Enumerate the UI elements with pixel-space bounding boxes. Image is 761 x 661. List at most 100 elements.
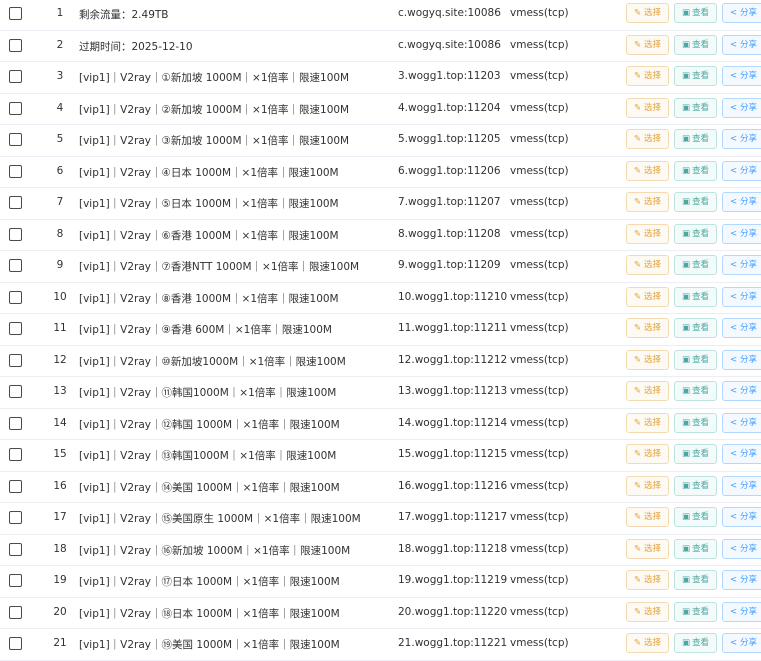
- view-button[interactable]: ▣ 查看: [674, 475, 717, 496]
- select-button-label: 选择: [644, 165, 662, 176]
- node-name: 过期时间：2025-12-10: [79, 40, 193, 53]
- select-button[interactable]: ✎ 选择: [626, 97, 669, 118]
- share-button[interactable]: < 分享: [722, 255, 761, 275]
- share-button[interactable]: < 分享: [722, 538, 761, 559]
- row-checkbox[interactable]: [9, 448, 22, 461]
- select-button[interactable]: ✎ 选择: [626, 255, 669, 275]
- select-button[interactable]: ✎ 选择: [626, 475, 669, 496]
- share-button[interactable]: < 分享: [722, 633, 761, 653]
- view-button[interactable]: ▣ 查看: [674, 3, 717, 23]
- view-icon: ▣: [682, 323, 691, 333]
- node-address: 7.wogg1.top:11207: [398, 196, 501, 208]
- share-button[interactable]: < 分享: [722, 601, 761, 622]
- select-button-label: 选择: [644, 228, 662, 239]
- select-button[interactable]: ✎ 选择: [626, 412, 669, 433]
- node-table: 1 剩余流量：2.49TB c.wogyq.site:10086 vmess(tcp)…: [0, 0, 761, 661]
- view-button[interactable]: ▣ 查看: [674, 129, 717, 149]
- share-button[interactable]: < 分享: [722, 286, 761, 307]
- row-checkbox[interactable]: [9, 385, 22, 398]
- select-button[interactable]: ✎ 选择: [626, 349, 669, 370]
- row-checkbox[interactable]: [9, 574, 22, 587]
- share-button[interactable]: < 分享: [722, 412, 761, 433]
- row-checkbox[interactable]: [9, 353, 22, 367]
- select-button[interactable]: ✎ 选择: [626, 601, 669, 622]
- view-button[interactable]: ▣ 查看: [674, 192, 717, 212]
- view-button[interactable]: ▣ 查看: [674, 286, 717, 307]
- share-button-label: 分享: [740, 165, 758, 176]
- select-button[interactable]: ✎ 选择: [626, 538, 669, 559]
- row-checkbox[interactable]: [9, 605, 22, 619]
- row-checkbox[interactable]: [9, 196, 22, 209]
- view-button[interactable]: ▣ 查看: [674, 412, 717, 433]
- row-checkbox[interactable]: [9, 101, 22, 115]
- view-button[interactable]: ▣ 查看: [674, 318, 717, 338]
- share-button-label: 分享: [740, 323, 758, 333]
- table-row: 12 [vip1]｜V2ray｜⑩新加坡1000M｜×1倍率｜限速100M 12.w…: [0, 346, 761, 377]
- select-button-label: 选择: [644, 39, 662, 50]
- row-checkbox[interactable]: [9, 542, 22, 556]
- share-button[interactable]: < 分享: [722, 129, 761, 149]
- select-button[interactable]: ✎ 选择: [626, 318, 669, 338]
- share-button[interactable]: < 分享: [722, 97, 761, 118]
- select-button[interactable]: ✎ 选择: [626, 223, 669, 244]
- select-button[interactable]: ✎ 选择: [626, 381, 669, 401]
- row-checkbox[interactable]: [9, 38, 22, 52]
- share-button[interactable]: < 分享: [722, 507, 761, 527]
- row-checkbox[interactable]: [9, 133, 22, 146]
- node-name: [vip1]｜V2ray｜⑲美国 1000M｜×1倍率｜限速100M: [79, 639, 340, 651]
- row-checkbox[interactable]: [9, 416, 22, 430]
- view-button[interactable]: ▣ 查看: [674, 349, 717, 370]
- select-button[interactable]: ✎ 选择: [626, 286, 669, 307]
- view-button[interactable]: ▣ 查看: [674, 381, 717, 401]
- share-button[interactable]: < 分享: [722, 381, 761, 401]
- share-button[interactable]: < 分享: [722, 66, 761, 86]
- row-checkbox[interactable]: [9, 290, 22, 304]
- select-button[interactable]: ✎ 选择: [626, 444, 669, 464]
- view-button[interactable]: ▣ 查看: [674, 160, 717, 181]
- view-button[interactable]: ▣ 查看: [674, 34, 717, 55]
- share-button[interactable]: < 分享: [722, 160, 761, 181]
- row-checkbox[interactable]: [9, 259, 22, 272]
- row-checkbox[interactable]: [9, 322, 22, 335]
- view-button[interactable]: ▣ 查看: [674, 633, 717, 653]
- select-button[interactable]: ✎ 选择: [626, 66, 669, 86]
- view-button[interactable]: ▣ 查看: [674, 97, 717, 118]
- select-button[interactable]: ✎ 选择: [626, 129, 669, 149]
- view-button[interactable]: ▣ 查看: [674, 601, 717, 622]
- select-button[interactable]: ✎ 选择: [626, 3, 669, 23]
- view-icon: ▣: [682, 512, 691, 522]
- share-button[interactable]: < 分享: [722, 318, 761, 338]
- share-button[interactable]: < 分享: [722, 570, 761, 590]
- share-button-label: 分享: [740, 386, 758, 396]
- row-index: 9: [56, 259, 64, 271]
- row-checkbox[interactable]: [9, 479, 22, 493]
- row-checkbox[interactable]: [9, 637, 22, 650]
- view-button[interactable]: ▣ 查看: [674, 444, 717, 464]
- select-button[interactable]: ✎ 选择: [626, 570, 669, 590]
- select-button[interactable]: ✎ 选择: [626, 34, 669, 55]
- view-button[interactable]: ▣ 查看: [674, 66, 717, 86]
- view-button[interactable]: ▣ 查看: [674, 570, 717, 590]
- row-checkbox[interactable]: [9, 164, 22, 178]
- node-address: 3.wogg1.top:11203: [398, 70, 501, 82]
- view-button[interactable]: ▣ 查看: [674, 507, 717, 527]
- select-button[interactable]: ✎ 选择: [626, 507, 669, 527]
- share-button[interactable]: < 分享: [722, 223, 761, 244]
- share-button[interactable]: < 分享: [722, 444, 761, 464]
- select-button[interactable]: ✎ 选择: [626, 633, 669, 653]
- share-button[interactable]: < 分享: [722, 34, 761, 55]
- row-checkbox[interactable]: [9, 70, 22, 83]
- select-button[interactable]: ✎ 选择: [626, 160, 669, 181]
- row-checkbox[interactable]: [9, 227, 22, 241]
- view-button[interactable]: ▣ 查看: [674, 538, 717, 559]
- row-checkbox[interactable]: [9, 7, 22, 20]
- share-button[interactable]: < 分享: [722, 192, 761, 212]
- view-button[interactable]: ▣ 查看: [674, 223, 717, 244]
- share-button[interactable]: < 分享: [722, 3, 761, 23]
- share-button[interactable]: < 分享: [722, 475, 761, 496]
- row-checkbox[interactable]: [9, 511, 22, 524]
- node-name: [vip1]｜V2ray｜⑭美国 1000M｜×1倍率｜限速100M: [79, 481, 340, 494]
- view-button[interactable]: ▣ 查看: [674, 255, 717, 275]
- select-button[interactable]: ✎ 选择: [626, 192, 669, 212]
- share-button[interactable]: < 分享: [722, 349, 761, 370]
